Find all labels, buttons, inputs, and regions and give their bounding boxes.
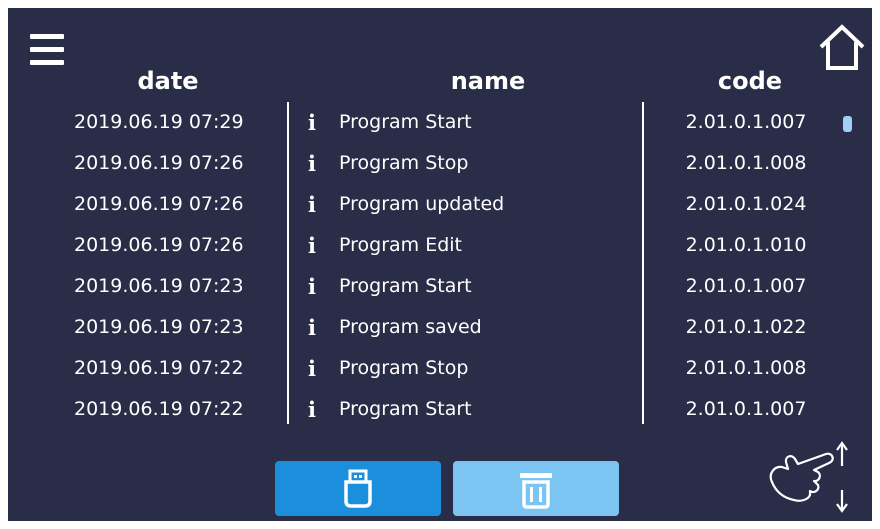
log-row[interactable]: 2019.06.19 07:26 i Program Stop 2.01.0.1… [8, 143, 872, 184]
log-code: 2.01.0.1.022 [685, 316, 807, 338]
log-row[interactable]: 2019.06.19 07:29 i Program Start 2.01.0.… [8, 102, 872, 143]
log-code: 2.01.0.1.007 [685, 398, 807, 420]
swipe-vertical-icon [769, 441, 848, 513]
log-code: 2.01.0.1.010 [685, 234, 807, 256]
info-icon: i [308, 233, 316, 258]
home-button[interactable] [818, 22, 866, 72]
log-row[interactable]: 2019.06.19 07:22 i Program Stop 2.01.0.1… [8, 348, 872, 389]
column-header-date: date [137, 67, 199, 95]
log-name: Program updated [339, 193, 505, 215]
log-row[interactable]: 2019.06.19 07:22 i Program Start 2.01.0.… [8, 389, 872, 430]
info-icon: i [308, 356, 316, 381]
log-code: 2.01.0.1.008 [685, 357, 807, 379]
info-icon: i [308, 151, 316, 176]
export-usb-button[interactable] [275, 461, 441, 516]
delete-log-button[interactable] [453, 461, 619, 516]
menu-line [30, 60, 64, 65]
column-header-code: code [717, 67, 783, 95]
info-icon: i [308, 397, 316, 422]
log-name: Program Start [339, 275, 472, 297]
menu-line [30, 47, 64, 52]
log-code: 2.01.0.1.007 [685, 275, 807, 297]
usb-drive-icon [344, 469, 372, 508]
log-row[interactable]: 2019.06.19 07:26 i Program updated 2.01.… [8, 184, 872, 225]
swipe-gesture-hint [764, 440, 856, 516]
log-row[interactable]: 2019.06.19 07:23 i Program saved 2.01.0.… [8, 307, 872, 348]
log-date: 2019.06.19 07:26 [74, 234, 244, 256]
log-code: 2.01.0.1.024 [685, 193, 807, 215]
log-name: Program Stop [339, 152, 469, 174]
event-log-list: 2019.06.19 07:29 i Program Start 2.01.0.… [8, 102, 872, 430]
log-name: Program saved [339, 316, 482, 338]
log-date: 2019.06.19 07:26 [74, 193, 244, 215]
log-name: Program Start [339, 111, 472, 133]
log-date: 2019.06.19 07:26 [74, 152, 244, 174]
column-header-name: name [450, 67, 526, 95]
info-icon: i [308, 110, 316, 135]
trash-icon [520, 473, 552, 509]
info-icon: i [308, 192, 316, 217]
log-date: 2019.06.19 07:22 [74, 357, 244, 379]
log-code: 2.01.0.1.007 [685, 111, 807, 133]
log-name: Program Edit [339, 234, 462, 256]
log-name: Program Start [339, 398, 472, 420]
scrollbar-thumb[interactable] [843, 116, 852, 132]
log-date: 2019.06.19 07:29 [74, 111, 244, 133]
log-date: 2019.06.19 07:22 [74, 398, 244, 420]
event-log-screen: date name code 2019.06.19 07:29 i Progra… [8, 8, 872, 521]
log-row[interactable]: 2019.06.19 07:26 i Program Edit 2.01.0.1… [8, 225, 872, 266]
log-date: 2019.06.19 07:23 [74, 275, 244, 297]
log-code: 2.01.0.1.008 [685, 152, 807, 174]
log-name: Program Stop [339, 357, 469, 379]
log-date: 2019.06.19 07:23 [74, 316, 244, 338]
home-icon [819, 24, 865, 70]
log-row[interactable]: 2019.06.19 07:23 i Program Start 2.01.0.… [8, 266, 872, 307]
info-icon: i [308, 315, 316, 340]
info-icon: i [308, 274, 316, 299]
menu-button[interactable] [30, 34, 64, 66]
menu-line [30, 34, 64, 39]
